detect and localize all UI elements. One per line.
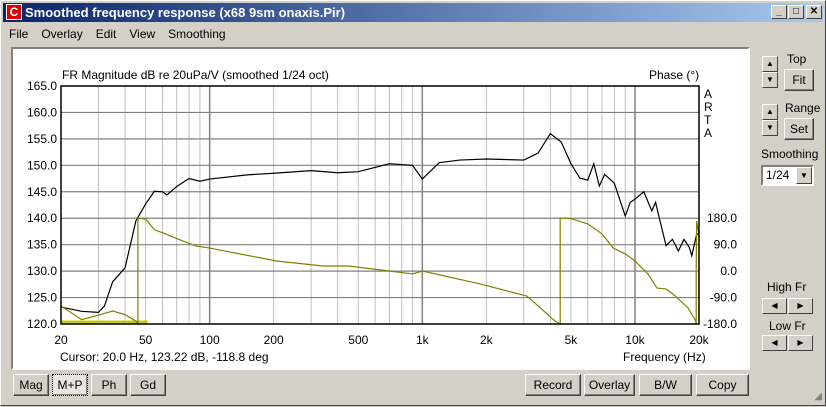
cursor-readout: Cursor: 20.0 Hz, 123.22 dB, -118.8 deg (60, 350, 269, 364)
smoothing-label: Smoothing (761, 147, 819, 161)
fit-button[interactable]: Fit (784, 69, 814, 91)
y-tick-label: 125.0 (27, 291, 57, 305)
phase-title: Phase (°) (649, 68, 699, 82)
chevron-down-icon[interactable]: ▼ (796, 167, 812, 184)
x-tick-label: 100 (200, 333, 220, 347)
group-delay-button[interactable]: Gd (130, 374, 166, 396)
smoothing-select[interactable]: 1/24 ▼ (761, 165, 814, 186)
top-down-button[interactable]: ▼ (762, 72, 778, 88)
magnitude-curve (60, 132, 699, 313)
y-tick-label: 120.0 (27, 317, 57, 331)
arta-letter: A (704, 87, 712, 101)
y-tick-label: 140.0 (27, 211, 57, 225)
plot-frame (60, 85, 700, 325)
x-axis-label: Frequency (Hz) (623, 350, 706, 364)
top-label: Top (787, 52, 807, 66)
y-tick-label: 160.0 (27, 105, 57, 119)
low-fr-label: Low Fr (769, 319, 806, 333)
arta-letter: T (704, 113, 712, 127)
x-tick-label: 500 (348, 333, 368, 347)
y-tick-label: 165.0 (27, 79, 57, 93)
x-tick-label: 10k (625, 333, 645, 347)
y-tick-label: 130.0 (27, 264, 57, 278)
mag-phase-button[interactable]: M+P (52, 374, 88, 396)
y2-tick-label: -180.0 (703, 317, 737, 331)
y2-tick-label: 90.0 (714, 238, 738, 252)
y-tick-label: 145.0 (27, 185, 57, 199)
x-tick-label: 5k (565, 333, 579, 347)
overlay-button[interactable]: Overlay (584, 374, 635, 396)
arta-letter: R (704, 100, 713, 114)
resize-grip-icon[interactable]: ◢ (814, 391, 822, 402)
high-fr-left-button[interactable]: ◀ (762, 298, 787, 314)
range-up-button[interactable]: ▲ (762, 104, 778, 120)
range-down-button[interactable]: ▼ (762, 120, 778, 136)
y-tick-label: 135.0 (27, 238, 57, 252)
y-tick-label: 155.0 (27, 132, 57, 146)
high-fr-label: High Fr (767, 280, 807, 294)
y2-tick-label: -90.0 (710, 291, 738, 305)
set-button[interactable]: Set (784, 118, 814, 140)
arta-letter: A (704, 126, 712, 140)
x-tick-label: 200 (264, 333, 284, 347)
low-fr-left-button[interactable]: ◀ (762, 335, 787, 351)
smoothing-value: 1/24 (766, 168, 790, 182)
y2-tick-label: 180.0 (707, 211, 737, 225)
window: C Smoothed frequency response (x68 9sm o… (0, 0, 826, 406)
record-button[interactable]: Record (525, 374, 581, 396)
copy-button[interactable]: Copy (696, 374, 749, 396)
x-tick-label: 2k (480, 333, 494, 347)
mag-button[interactable]: Mag (13, 374, 49, 396)
range-label: Range (785, 101, 821, 115)
x-tick-label: 20k (689, 333, 709, 347)
top-up-button[interactable]: ▲ (762, 56, 778, 72)
bw-button[interactable]: B/W (639, 374, 692, 396)
y-tick-label: 150.0 (27, 158, 57, 172)
magnitude-title: FR Magnitude dB re 20uPa/V (smoothed 1/2… (62, 68, 329, 82)
x-tick-label: 50 (139, 333, 153, 347)
y2-tick-label: 0.0 (720, 264, 737, 278)
low-fr-right-button[interactable]: ▶ (788, 335, 813, 351)
frequency-response-chart[interactable]: 165.0 160.0 155.0 150.0 145.0 140.0 135.0 130.0… (1, 1, 826, 407)
x-tick-label: 20 (54, 333, 68, 347)
x-tick-label: 1k (416, 333, 430, 347)
phase-button[interactable]: Ph (91, 374, 127, 396)
high-fr-right-button[interactable]: ▶ (788, 298, 813, 314)
